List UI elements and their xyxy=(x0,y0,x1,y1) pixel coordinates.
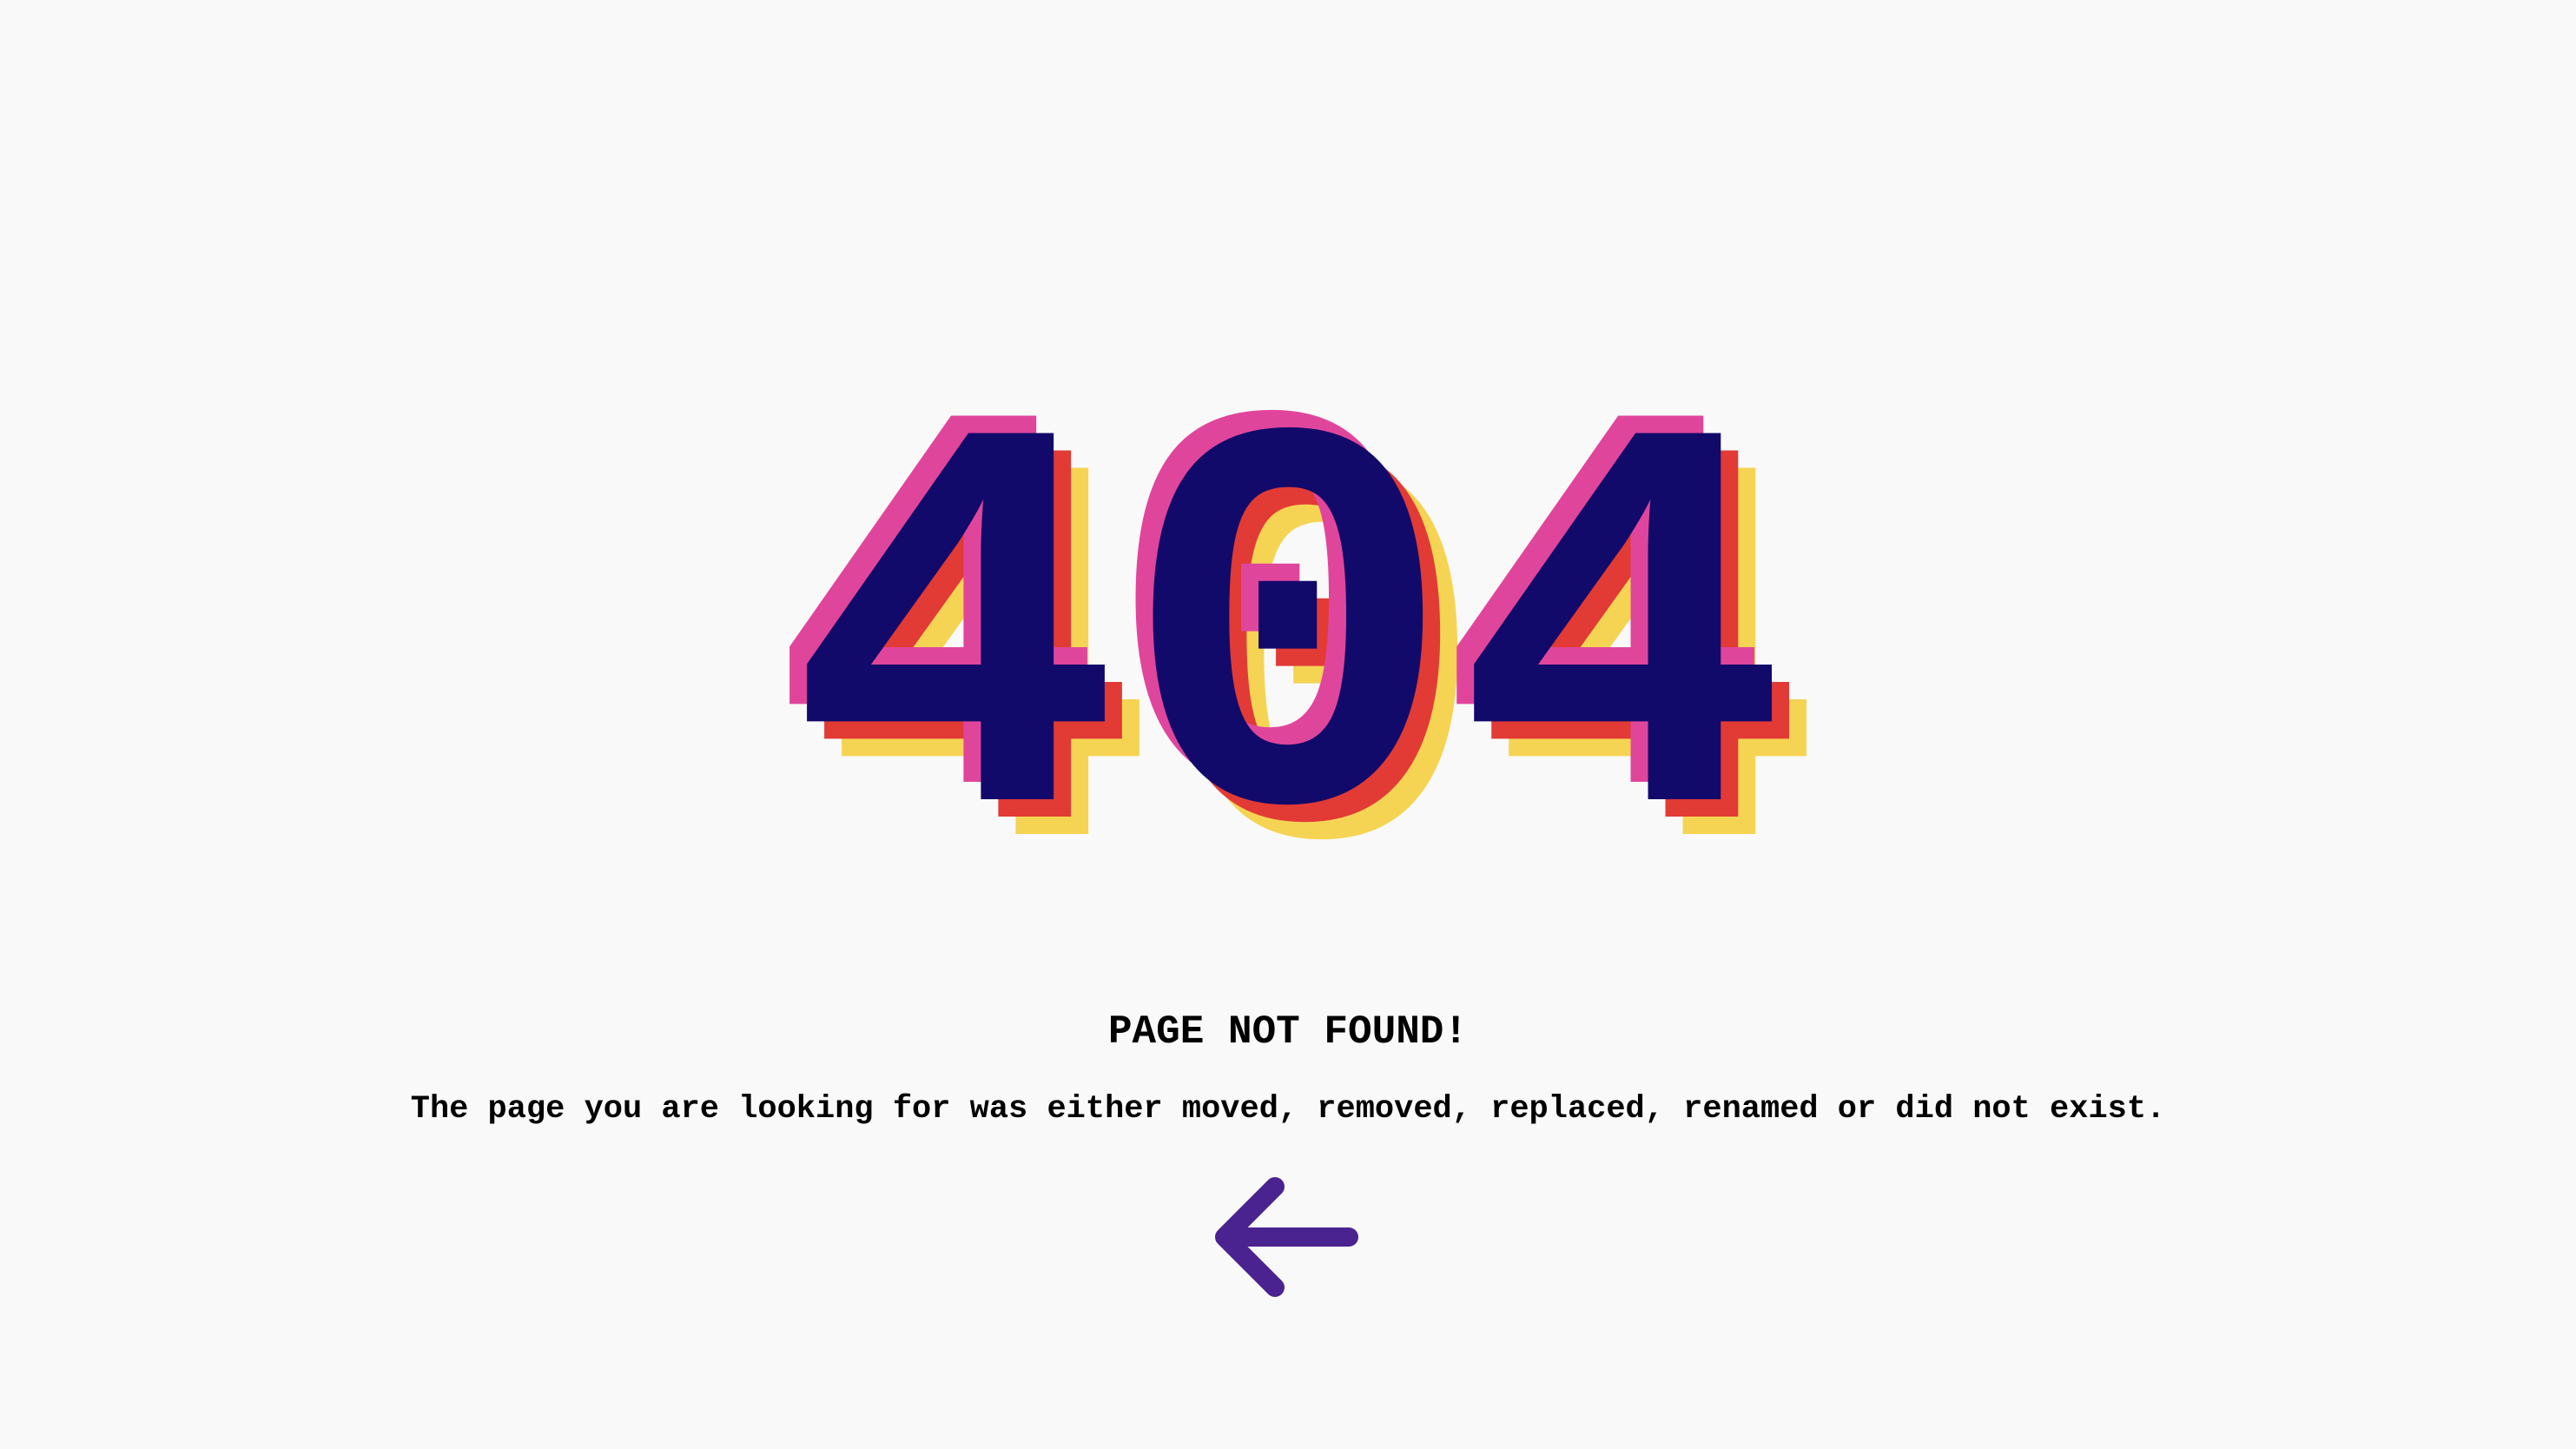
error-code-text: 404 xyxy=(788,337,1788,938)
error-code-404: 404 404 404 404 xyxy=(0,295,2576,938)
page-title: PAGE NOT FOUND! xyxy=(1107,1009,1469,1055)
arrow-left-icon xyxy=(1215,1177,1358,1297)
back-button[interactable] xyxy=(1210,1171,1363,1307)
page-message: The page you are looking for was either … xyxy=(410,1091,2166,1128)
